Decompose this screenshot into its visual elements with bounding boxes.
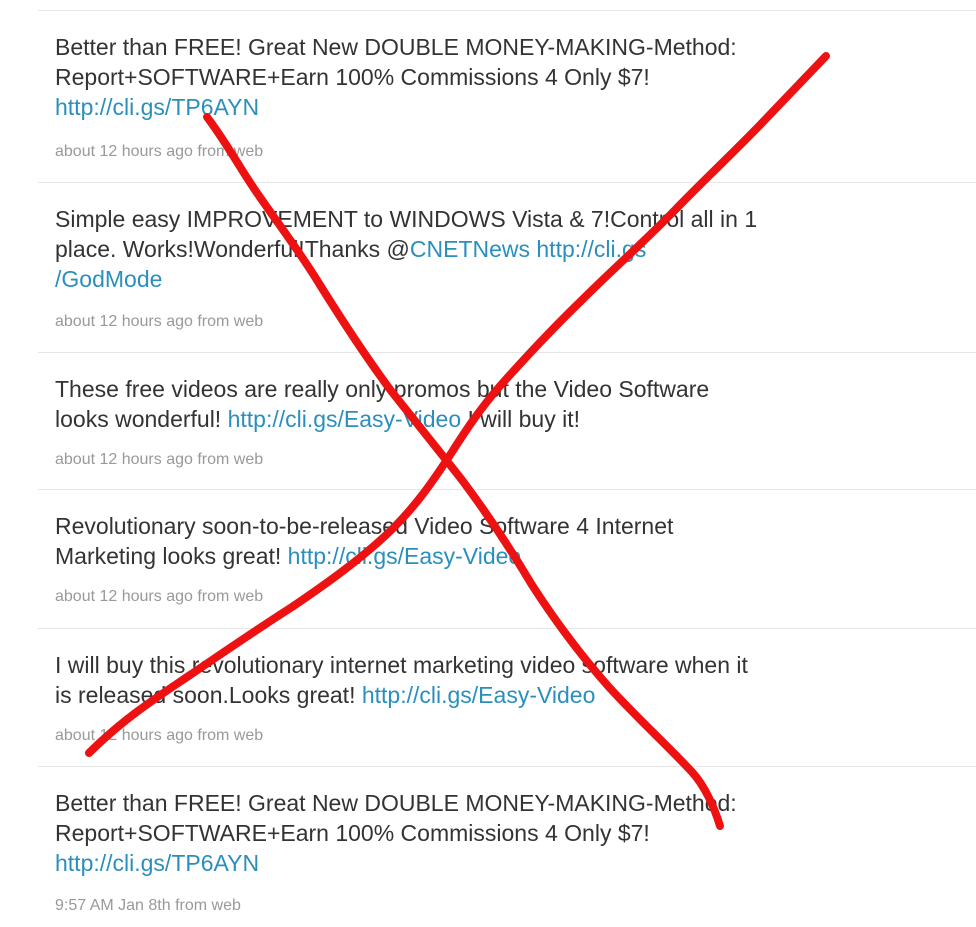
tweet-text-segment: Marketing looks great!	[55, 543, 288, 569]
tweet-meta: about 12 hours ago from web	[55, 727, 263, 745]
tweet-text-segment: I will buy this revolutionary internet m…	[55, 652, 748, 678]
tweet-text: Better than FREE! Great New DOUBLE MONEY…	[55, 788, 935, 878]
tweet-text-line: I will buy this revolutionary internet m…	[55, 650, 935, 680]
tweet-text: Simple easy IMPROVEMENT to WINDOWS Vista…	[55, 204, 935, 294]
timestamp-link[interactable]: about 12 hours ago	[55, 313, 193, 330]
meta-from: from	[175, 897, 208, 914]
tweet-text-line: Marketing looks great! http://cli.gs/Eas…	[55, 541, 935, 571]
tweet-meta: about 12 hours ago from web	[55, 588, 263, 606]
timestamp-link[interactable]: about 12 hours ago	[55, 727, 193, 744]
meta-from: from	[197, 588, 230, 605]
tweet-item: Revolutionary soon-to-be-released Video …	[38, 489, 976, 629]
tweet-text-segment: looks wonderful!	[55, 406, 228, 432]
tweet-link[interactable]: http://cli.gs/Easy-Video	[288, 543, 522, 569]
tweet-link[interactable]: /GodMode	[55, 266, 162, 292]
tweet-text-segment: Simple easy IMPROVEMENT to WINDOWS Vista…	[55, 206, 758, 232]
tweet-text-line: place. Works!Wonderful!Thanks @CNETNews …	[55, 234, 935, 264]
tweet-text-line: is released soon.Looks great! http://cli…	[55, 680, 935, 710]
tweet-link[interactable]: http://cli.gs/Easy-Video	[362, 682, 596, 708]
tweet-text-segment: Report+SOFTWARE+Earn 100% Commissions 4 …	[55, 64, 650, 90]
source-label: web	[233, 143, 264, 160]
source-label: web	[233, 727, 264, 744]
tweet-text-segment: Revolutionary soon-to-be-released Video …	[55, 513, 674, 539]
tweet-text: I will buy this revolutionary internet m…	[55, 650, 935, 710]
source-label: web	[233, 451, 264, 468]
tweet-text: Revolutionary soon-to-be-released Video …	[55, 511, 935, 571]
tweet-text-segment: is released soon.Looks great!	[55, 682, 362, 708]
tweet-meta: about 12 hours ago from web	[55, 451, 263, 469]
tweet-text-line: http://cli.gs/TP6AYN	[55, 848, 935, 878]
tweet-item: Better than FREE! Great New DOUBLE MONEY…	[38, 10, 976, 183]
tweet-text-segment: Report+SOFTWARE+Earn 100% Commissions 4 …	[55, 820, 650, 846]
tweet-text-line: Better than FREE! Great New DOUBLE MONEY…	[55, 32, 935, 62]
tweet-text-segment: Better than FREE! Great New DOUBLE MONEY…	[55, 790, 737, 816]
meta-from: from	[197, 313, 230, 330]
source-label: web	[211, 897, 241, 914]
tweet-meta: 9:57 AM Jan 8th from web	[55, 897, 241, 915]
tweet-text-line: /GodMode	[55, 264, 935, 294]
tweet-text-line: http://cli.gs/TP6AYN	[55, 92, 935, 122]
tweet-text-line: Better than FREE! Great New DOUBLE MONEY…	[55, 788, 935, 818]
tweet-meta: about 12 hours ago from web	[55, 143, 263, 161]
tweet-text-line: Revolutionary soon-to-be-released Video …	[55, 511, 935, 541]
timestamp-link[interactable]: about 12 hours ago	[55, 588, 193, 605]
timestamp-link[interactable]: about 12 hours ago	[55, 143, 193, 160]
tweet-link[interactable]: CNETNews	[410, 236, 530, 262]
source-label: web	[233, 313, 264, 330]
tweet-text-segment: I will buy it!	[461, 406, 581, 432]
tweet-item: Simple easy IMPROVEMENT to WINDOWS Vista…	[38, 182, 976, 353]
tweet-text-line: Report+SOFTWARE+Earn 100% Commissions 4 …	[55, 818, 935, 848]
tweet-link[interactable]: http://cli.gs	[536, 236, 646, 262]
tweet-item: These free videos are really only promos…	[38, 352, 976, 490]
tweet-text-segment: Better than FREE! Great New DOUBLE MONEY…	[55, 34, 737, 60]
tweet-text: Better than FREE! Great New DOUBLE MONEY…	[55, 32, 935, 122]
tweet-text-segment: These free videos are really only promos…	[55, 376, 710, 402]
tweet-item: I will buy this revolutionary internet m…	[38, 628, 976, 767]
tweet-text-line: These free videos are really only promos…	[55, 374, 935, 404]
tweet-text: These free videos are really only promos…	[55, 374, 935, 434]
tweet-item: Better than FREE! Great New DOUBLE MONEY…	[38, 766, 976, 927]
tweet-link[interactable]: http://cli.gs/TP6AYN	[55, 850, 259, 876]
tweet-meta: about 12 hours ago from web	[55, 313, 263, 331]
tweet-text-segment: place. Works!Wonderful!Thanks @	[55, 236, 410, 262]
timestamp-link[interactable]: about 12 hours ago	[55, 451, 193, 468]
tweet-text-line: Report+SOFTWARE+Earn 100% Commissions 4 …	[55, 62, 935, 92]
meta-from: from	[197, 143, 230, 160]
meta-from: from	[197, 727, 230, 744]
source-label: web	[233, 588, 264, 605]
tweet-text-line: Simple easy IMPROVEMENT to WINDOWS Vista…	[55, 204, 935, 234]
tweet-link[interactable]: http://cli.gs/TP6AYN	[55, 94, 259, 120]
tweet-link[interactable]: http://cli.gs/Easy-Video	[228, 406, 462, 432]
tweet-timeline: Better than FREE! Great New DOUBLE MONEY…	[38, 0, 976, 926]
timestamp-link[interactable]: 9:57 AM Jan 8th	[55, 897, 171, 914]
meta-from: from	[197, 451, 230, 468]
tweet-text-line: looks wonderful! http://cli.gs/Easy-Vide…	[55, 404, 935, 434]
